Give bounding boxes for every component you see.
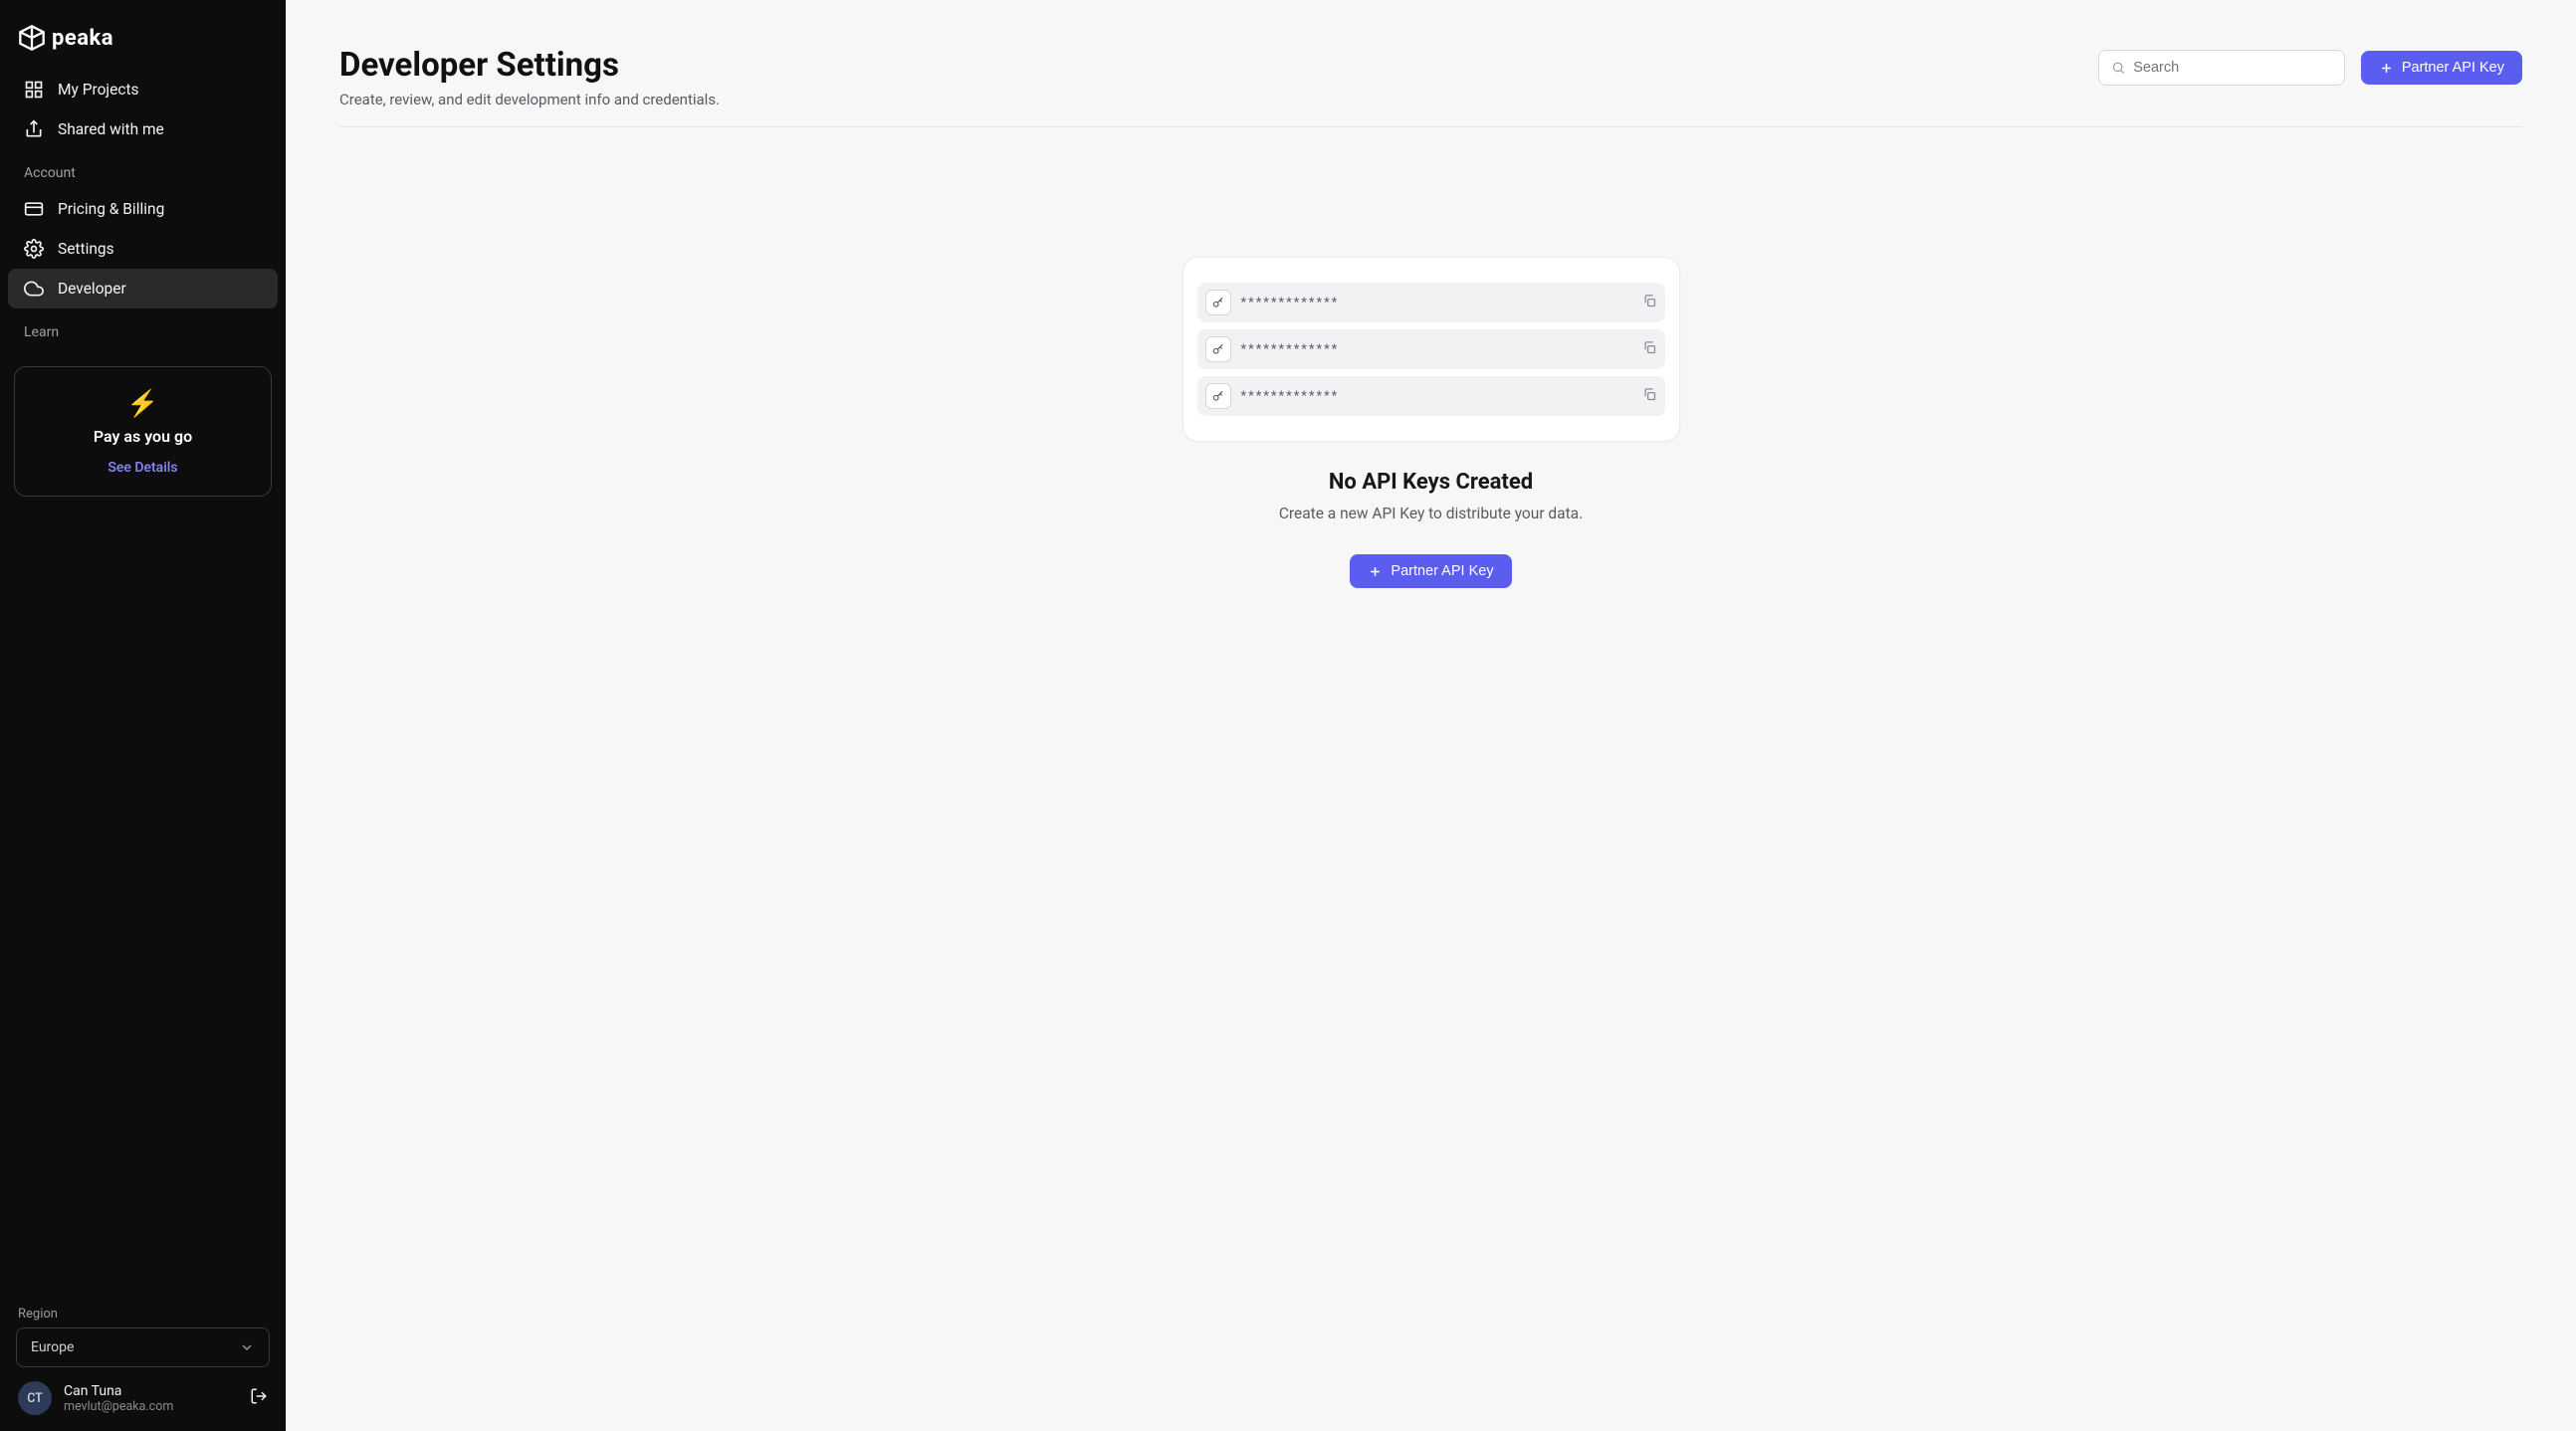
page-header: Developer Settings Create, review, and e… bbox=[339, 46, 2522, 127]
partner-api-key-button-center[interactable]: Partner API Key bbox=[1350, 554, 1511, 588]
sidebar-item-label: Developer bbox=[58, 280, 126, 298]
region-block: Region Europe bbox=[8, 1307, 278, 1367]
key-row: ************* bbox=[1197, 283, 1665, 322]
plus-icon bbox=[2379, 61, 2394, 76]
brand-name: peaka bbox=[52, 26, 113, 51]
avatar[interactable]: CT bbox=[18, 1381, 52, 1415]
page-title: Developer Settings bbox=[339, 46, 720, 85]
key-mask: ************* bbox=[1241, 389, 1642, 404]
sidebar-section-learn: Learn bbox=[8, 308, 278, 348]
card-icon bbox=[24, 199, 44, 219]
user-name: Can Tuna bbox=[64, 1383, 238, 1399]
button-label: Partner API Key bbox=[2402, 60, 2504, 76]
promo-title: Pay as you go bbox=[31, 427, 255, 446]
user-row: CT Can Tuna mevlut@peaka.com bbox=[8, 1367, 278, 1421]
key-row: ************* bbox=[1197, 329, 1665, 369]
partner-api-key-button[interactable]: Partner API Key bbox=[2361, 51, 2522, 85]
key-icon bbox=[1205, 290, 1231, 315]
key-mask: ************* bbox=[1241, 342, 1642, 357]
key-mask: ************* bbox=[1241, 296, 1642, 310]
logout-button[interactable] bbox=[250, 1387, 268, 1409]
promo-see-details[interactable]: See Details bbox=[31, 460, 255, 476]
key-icon bbox=[1205, 336, 1231, 362]
page-subtitle: Create, review, and edit development inf… bbox=[339, 91, 720, 108]
sidebar-item-label: Settings bbox=[58, 240, 114, 258]
empty-subtitle: Create a new API Key to distribute your … bbox=[1279, 505, 1583, 522]
sidebar-item-pricing-billing[interactable]: Pricing & Billing bbox=[8, 189, 278, 229]
region-value: Europe bbox=[31, 1339, 74, 1355]
sidebar-section-account: Account bbox=[8, 149, 278, 189]
sidebar-item-settings[interactable]: Settings bbox=[8, 229, 278, 269]
copy-icon bbox=[1642, 387, 1657, 406]
share-icon bbox=[24, 119, 44, 139]
sidebar-item-label: Pricing & Billing bbox=[58, 200, 164, 218]
region-label: Region bbox=[16, 1307, 270, 1328]
search-input[interactable] bbox=[2133, 60, 2332, 76]
region-select[interactable]: Europe bbox=[16, 1328, 270, 1367]
main-content: Developer Settings Create, review, and e… bbox=[286, 0, 2576, 1431]
logout-icon bbox=[250, 1387, 268, 1405]
sidebar: peaka My Projects Shared with me Account… bbox=[0, 0, 286, 1431]
copy-icon bbox=[1642, 294, 1657, 312]
empty-state: ************* ************* ************… bbox=[339, 257, 2522, 588]
sidebar-item-developer[interactable]: Developer bbox=[8, 269, 278, 308]
promo-card: ⚡ Pay as you go See Details bbox=[14, 366, 272, 497]
key-row: ************* bbox=[1197, 376, 1665, 416]
key-icon bbox=[1205, 383, 1231, 409]
sidebar-item-my-projects[interactable]: My Projects bbox=[8, 70, 278, 109]
search-icon bbox=[2111, 60, 2125, 76]
user-email: mevlut@peaka.com bbox=[64, 1399, 238, 1414]
bolt-icon: ⚡ bbox=[31, 389, 255, 419]
brand-icon bbox=[18, 24, 46, 52]
button-label: Partner API Key bbox=[1391, 563, 1493, 579]
sidebar-item-label: Shared with me bbox=[58, 120, 164, 138]
sidebar-item-label: My Projects bbox=[58, 81, 139, 99]
brand-logo[interactable]: peaka bbox=[8, 16, 278, 70]
empty-title: No API Keys Created bbox=[1329, 470, 1533, 495]
keys-illustration: ************* ************* ************… bbox=[1182, 257, 1680, 442]
gear-icon bbox=[24, 239, 44, 259]
plus-icon bbox=[1368, 564, 1383, 579]
user-meta: Can Tuna mevlut@peaka.com bbox=[64, 1383, 238, 1414]
cloud-icon bbox=[24, 279, 44, 299]
grid-icon bbox=[24, 80, 44, 100]
copy-icon bbox=[1642, 340, 1657, 359]
search-box[interactable] bbox=[2098, 50, 2345, 86]
sidebar-item-shared[interactable]: Shared with me bbox=[8, 109, 278, 149]
chevron-down-icon bbox=[239, 1339, 255, 1355]
